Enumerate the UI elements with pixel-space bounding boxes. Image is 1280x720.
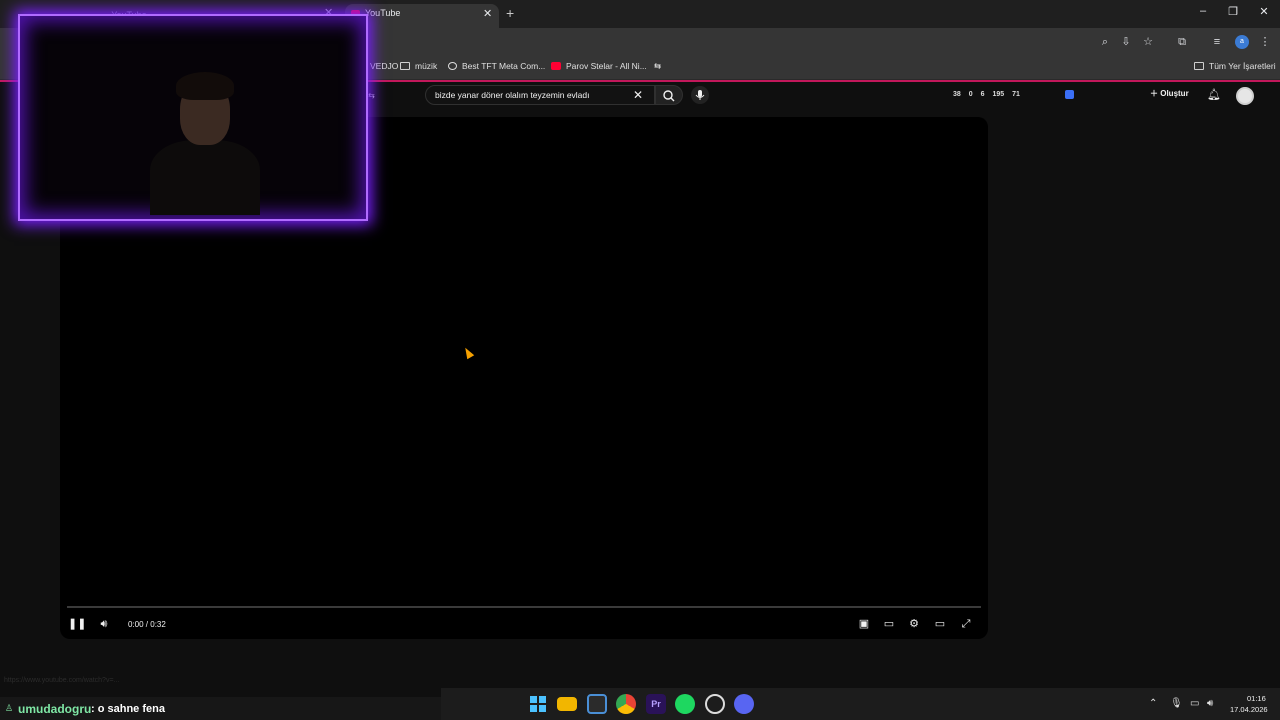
bookmark-star-icon[interactable]: ☆	[1140, 34, 1156, 50]
app-icon[interactable]	[705, 694, 725, 714]
video-progress-bar[interactable]	[67, 606, 981, 608]
chat-message: : o sahne fena	[91, 703, 165, 715]
tab-active-title: YouTube	[365, 8, 401, 18]
file-explorer-icon[interactable]	[557, 697, 577, 711]
extension-icon[interactable]	[1065, 90, 1074, 99]
profile-avatar[interactable]: a	[1235, 35, 1249, 49]
store-icon[interactable]	[587, 694, 607, 714]
discord-icon[interactable]	[734, 694, 754, 714]
chrome-icon[interactable]	[616, 694, 636, 714]
bookmark-overflow-icon[interactable]: ⇆	[654, 61, 661, 72]
youtube-icon	[551, 62, 561, 70]
tray-overflow-icon[interactable]: ⌃	[1149, 698, 1157, 709]
search-icon	[663, 90, 675, 102]
notifications-bell-icon[interactable]: 🔔︎	[1207, 88, 1221, 101]
menu-kebab-icon[interactable]: ⋮	[1257, 34, 1273, 50]
subtitles-icon[interactable]: ▭	[881, 616, 897, 632]
speaker-icon[interactable]: 🔊︎	[1207, 698, 1213, 709]
close-window-button[interactable]: ✕	[1254, 5, 1274, 23]
media-controls-icon[interactable]: ≡	[1209, 34, 1225, 50]
microphone-icon	[695, 90, 705, 100]
all-bookmarks[interactable]: Tüm Yer İşaretleri	[1194, 61, 1276, 71]
install-icon[interactable]: ⇩	[1118, 34, 1134, 50]
clock-time[interactable]: 01:16	[1247, 694, 1266, 703]
tab-close-icon[interactable]: ✕	[483, 7, 492, 20]
fullscreen-icon[interactable]: ⤢	[958, 616, 974, 632]
windows-start-icon[interactable]	[528, 694, 548, 714]
new-tab-button[interactable]: +	[506, 5, 514, 21]
bookmark-item[interactable]: Parov Stelar - All Ni...	[551, 61, 647, 71]
stat-value: 71	[1012, 91, 1020, 98]
stat-value: 6	[980, 91, 985, 98]
plus-icon: ＋	[1150, 89, 1161, 98]
clock-date[interactable]: 17.04.2026	[1230, 705, 1268, 714]
settings-gear-icon[interactable]: ⚙	[906, 616, 922, 632]
restore-button[interactable]: ❐	[1223, 5, 1243, 23]
webcam-person-hair	[176, 72, 234, 100]
extensions-icon[interactable]: ⧉	[1174, 34, 1190, 50]
create-button[interactable]: ＋ Oluştur	[1150, 88, 1189, 99]
tft-icon	[448, 62, 457, 70]
bookmark-item[interactable]: müzik	[400, 61, 437, 71]
search-button[interactable]	[655, 85, 683, 105]
stat-value: 0	[968, 91, 973, 98]
microphone-tray-icon[interactable]: 🎙︎	[1170, 698, 1183, 709]
account-avatar[interactable]	[1236, 87, 1254, 105]
folder-icon	[1194, 62, 1204, 70]
search-query[interactable]: bizde yanar döner olalım teyzemin evladı	[435, 90, 590, 100]
bookmark-item[interactable]: Best TFT Meta Com...	[448, 61, 545, 71]
folder-icon	[400, 62, 410, 70]
webcam-person-body	[150, 140, 260, 215]
chat-username: umudadogru	[18, 702, 92, 716]
status-url: https://www.youtube.com/watch?v=...	[4, 677, 120, 684]
network-icon[interactable]: ▭	[1190, 698, 1199, 709]
bookmark-item[interactable]: VEDJO	[370, 61, 398, 71]
user-icon: ♙	[5, 703, 14, 713]
video-time: 0:00 / 0:32	[128, 620, 166, 629]
volume-icon[interactable]: 🔊︎	[96, 616, 112, 632]
voice-search-button[interactable]	[691, 86, 709, 104]
clear-search-icon[interactable]: ✕	[633, 88, 643, 102]
extension-stats: 38 0 6 195 71	[953, 91, 1026, 98]
spotify-icon[interactable]	[675, 694, 695, 714]
stat-value: 38	[953, 91, 961, 98]
minimize-button[interactable]: –	[1193, 5, 1213, 23]
theater-mode-icon[interactable]: ▭	[932, 616, 948, 632]
stat-value: 195	[992, 91, 1005, 98]
pause-button[interactable]: ❚❚	[68, 616, 86, 632]
zoom-icon[interactable]: ⌕	[1097, 34, 1113, 50]
extension-player-icon[interactable]: ▣	[856, 616, 872, 632]
premiere-pro-icon[interactable]: Pr	[646, 694, 666, 714]
